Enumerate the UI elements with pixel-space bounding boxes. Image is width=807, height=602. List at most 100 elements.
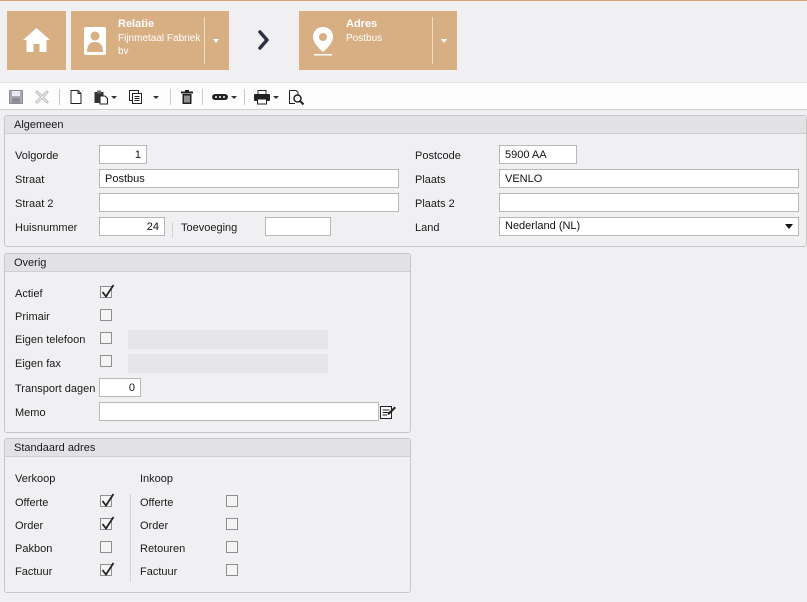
toolbar-separator bbox=[202, 89, 203, 105]
plaats-input[interactable] bbox=[499, 169, 799, 188]
copy-button[interactable] bbox=[128, 88, 159, 106]
toolbar-separator bbox=[244, 89, 245, 105]
land-selected-value: Nederland (NL) bbox=[505, 220, 581, 232]
save-button[interactable] bbox=[8, 88, 24, 106]
cancel-button[interactable] bbox=[34, 88, 50, 106]
toolbar bbox=[0, 82, 807, 110]
inkoop-factuur-checkbox[interactable] bbox=[226, 564, 238, 576]
postcode-label: Postcode bbox=[415, 150, 461, 162]
save-icon bbox=[9, 90, 23, 104]
adres-title: Adres bbox=[346, 18, 378, 30]
relatie-subtitle: Fijnmetaal Fabriek bv bbox=[118, 33, 201, 57]
land-label: Land bbox=[415, 222, 440, 234]
preview-button[interactable] bbox=[288, 88, 305, 106]
eigen-telefoon-label: Eigen telefoon bbox=[15, 334, 86, 346]
edit-note-icon bbox=[380, 406, 396, 419]
actief-checkbox[interactable] bbox=[100, 284, 115, 299]
new-document-icon bbox=[70, 90, 82, 104]
plaats2-input[interactable] bbox=[499, 193, 799, 212]
inkoop-order-label: Order bbox=[140, 520, 169, 532]
overig-title: Overig bbox=[5, 254, 410, 272]
chevron-down-icon bbox=[231, 95, 237, 99]
home-icon bbox=[23, 28, 50, 52]
delete-button[interactable] bbox=[179, 88, 195, 106]
primair-label: Primair bbox=[15, 311, 50, 323]
more-icon bbox=[212, 94, 228, 100]
huisnummer-label: Huisnummer bbox=[15, 222, 78, 234]
straat-label: Straat bbox=[15, 174, 45, 186]
memo-edit-button[interactable] bbox=[379, 403, 397, 421]
toevoeging-label: Toevoeging bbox=[181, 222, 238, 234]
adres-divider bbox=[432, 17, 433, 64]
toolbar-separator bbox=[170, 89, 171, 105]
verkoop-factuur-label: Factuur bbox=[15, 566, 53, 578]
person-icon bbox=[84, 27, 106, 55]
primair-checkbox[interactable] bbox=[100, 309, 112, 321]
eigen-fax-field bbox=[128, 354, 328, 373]
relatie-dropdown-caret[interactable] bbox=[213, 39, 219, 43]
verkoop-header: Verkoop bbox=[15, 473, 56, 485]
inkoop-retouren-checkbox[interactable] bbox=[226, 541, 238, 553]
actief-label: Actief bbox=[15, 288, 43, 300]
paste-icon bbox=[94, 90, 108, 105]
home-button[interactable] bbox=[7, 11, 66, 70]
breadcrumb-adres[interactable]: Adres Postbus bbox=[299, 11, 457, 70]
checkmark-icon bbox=[101, 493, 115, 508]
verkoop-pakbon-label: Pakbon bbox=[15, 543, 53, 555]
inkoop-factuur-label: Factuur bbox=[140, 566, 178, 578]
inkoop-offerte-label: Offerte bbox=[140, 497, 174, 509]
print-button[interactable] bbox=[253, 88, 279, 106]
land-select[interactable]: Nederland (NL) bbox=[499, 217, 799, 236]
verkoop-pakbon-checkbox[interactable] bbox=[100, 541, 112, 553]
memo-input[interactable] bbox=[99, 402, 379, 421]
column-divider bbox=[130, 494, 131, 582]
transport-dagen-input[interactable] bbox=[99, 378, 141, 397]
verkoop-factuur-checkbox[interactable] bbox=[100, 562, 115, 577]
postcode-input[interactable] bbox=[499, 145, 577, 164]
inkoop-offerte-checkbox[interactable] bbox=[226, 495, 238, 507]
chevron-down-icon bbox=[273, 95, 279, 99]
breadcrumb-relatie[interactable]: Relatie Fijnmetaal Fabriek bv bbox=[71, 11, 229, 70]
verkoop-offerte-checkbox[interactable] bbox=[100, 493, 115, 508]
volgorde-input[interactable] bbox=[99, 145, 147, 164]
relatie-title: Relatie bbox=[118, 18, 155, 30]
straat2-label: Straat 2 bbox=[15, 198, 54, 210]
toevoeging-input[interactable] bbox=[265, 217, 331, 236]
chevron-down-icon bbox=[153, 95, 159, 99]
straat2-input[interactable] bbox=[99, 193, 399, 212]
huisnummer-input[interactable] bbox=[99, 217, 165, 236]
standaard-adres-title: Standaard adres bbox=[5, 439, 410, 457]
memo-label: Memo bbox=[15, 407, 46, 419]
new-button[interactable] bbox=[68, 88, 84, 106]
eigen-telefoon-field bbox=[128, 330, 328, 349]
chevron-down-icon bbox=[785, 224, 793, 229]
location-pin-icon bbox=[313, 27, 333, 56]
verkoop-offerte-label: Offerte bbox=[15, 497, 49, 509]
relatie-divider bbox=[204, 17, 205, 64]
verkoop-order-checkbox[interactable] bbox=[100, 516, 115, 531]
plaats-label: Plaats bbox=[415, 174, 446, 186]
inkoop-order-checkbox[interactable] bbox=[226, 518, 238, 530]
eigen-fax-label: Eigen fax bbox=[15, 358, 61, 370]
algemeen-title: Algemeen bbox=[5, 116, 806, 134]
more-button[interactable] bbox=[211, 88, 237, 106]
breadcrumb: Relatie Fijnmetaal Fabriek bv Adres Post… bbox=[0, 0, 807, 80]
eigen-fax-checkbox[interactable] bbox=[100, 355, 112, 367]
adres-subtitle: Postbus bbox=[346, 33, 383, 44]
preview-icon bbox=[289, 90, 305, 105]
volgorde-label: Volgorde bbox=[15, 150, 59, 162]
checkmark-icon bbox=[101, 562, 115, 577]
eigen-telefoon-checkbox[interactable] bbox=[100, 332, 112, 344]
checkmark-icon bbox=[101, 284, 115, 299]
plaats2-label: Plaats 2 bbox=[415, 198, 455, 210]
inkoop-retouren-label: Retouren bbox=[140, 543, 186, 555]
chevron-right-icon bbox=[258, 30, 269, 50]
straat-input[interactable] bbox=[99, 169, 399, 188]
paste-button[interactable] bbox=[93, 88, 117, 106]
chevron-down-icon bbox=[111, 95, 117, 99]
print-icon bbox=[254, 90, 270, 105]
cancel-icon bbox=[35, 90, 49, 104]
adres-dropdown-caret[interactable] bbox=[441, 39, 447, 43]
transport-dagen-label: Transport dagen bbox=[15, 383, 96, 395]
copy-icon bbox=[129, 90, 142, 104]
